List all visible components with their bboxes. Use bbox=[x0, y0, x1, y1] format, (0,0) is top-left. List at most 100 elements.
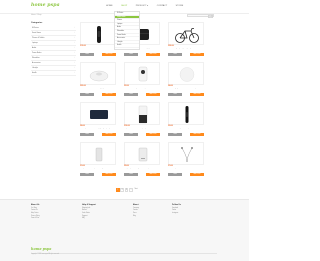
add-to-cart-button[interactable]: Add to cart bbox=[102, 172, 116, 176]
next-label[interactable]: Next bbox=[135, 188, 138, 192]
product-description[interactable]: Slim power bank silver portable charger … bbox=[80, 168, 116, 172]
add-to-cart-button[interactable]: Add to cart bbox=[190, 92, 204, 96]
page-button[interactable]: 2 bbox=[120, 188, 124, 192]
product-image[interactable] bbox=[168, 22, 204, 45]
product-price: $35.00 bbox=[124, 86, 129, 87]
product-card[interactable]: $35.00 Smart home security camera 360 pa… bbox=[124, 62, 160, 98]
product-image[interactable] bbox=[80, 62, 116, 85]
footer-logo[interactable]: home pspa bbox=[31, 247, 52, 251]
add-to-cart-button[interactable]: Add to cart bbox=[190, 132, 204, 136]
product-description[interactable]: In-ear headphones with mic silver metal … bbox=[168, 168, 204, 172]
nav-home[interactable]: HOME bbox=[105, 4, 114, 9]
product-description[interactable]: Compact portable charger dual USB output… bbox=[124, 168, 160, 172]
sidebar-item-label: Mi Series bbox=[32, 28, 39, 29]
sidebar-item-label: Wearables bbox=[32, 58, 40, 59]
dropdown-item[interactable]: Health bbox=[115, 44, 139, 48]
product-card[interactable]: $49.00 Smart ceiling light dimmable whit… bbox=[168, 62, 204, 98]
add-to-cart-button[interactable]: Add to cart bbox=[190, 172, 204, 176]
sidebar-item-label: Power Banks bbox=[32, 53, 42, 54]
product-description[interactable]: Fitness band activity tracker sleep moni… bbox=[168, 128, 204, 132]
product-image[interactable] bbox=[124, 102, 160, 125]
footer-link[interactable]: FAQ bbox=[82, 218, 118, 221]
product-image[interactable] bbox=[168, 142, 204, 165]
add-to-cart-button[interactable]: Add to cart bbox=[146, 172, 160, 176]
site-footer: About Us Our Story Contact Us Help Cente… bbox=[0, 199, 249, 261]
product-card[interactable]: $139.00 Smart band fitness tracker with … bbox=[80, 22, 116, 58]
next-page-button[interactable]: › bbox=[129, 188, 133, 192]
detail-button[interactable]: Detail bbox=[124, 132, 138, 136]
chevron-right-icon: › bbox=[74, 73, 75, 74]
footer-link[interactable]: Instagram bbox=[172, 213, 208, 216]
product-card[interactable]: $299.00 Electric folding bicycle lightwe… bbox=[168, 22, 204, 58]
slim-power-bank-icon bbox=[95, 147, 103, 162]
fitness-band-icon bbox=[185, 106, 189, 123]
power-bank-icon bbox=[90, 110, 108, 119]
add-to-cart-button[interactable]: Add to cart bbox=[146, 92, 160, 96]
product-price: $29.00 bbox=[168, 126, 173, 127]
detail-button[interactable]: Detail bbox=[80, 92, 94, 96]
site-logo[interactable]: home pspa bbox=[31, 3, 60, 8]
detail-button[interactable]: Detail bbox=[168, 172, 182, 176]
detail-button[interactable]: Detail bbox=[80, 172, 94, 176]
search-button[interactable] bbox=[208, 14, 213, 18]
copyright-text: Copyright © 2018 home pspa. All rights r… bbox=[31, 254, 60, 255]
nav-product[interactable]: PRODUCT ▾ bbox=[135, 4, 149, 9]
detail-button[interactable]: Detail bbox=[80, 52, 94, 56]
product-card[interactable]: $199.00 Air purifier smart filter home q… bbox=[124, 102, 160, 138]
product-image[interactable] bbox=[124, 142, 160, 165]
detail-button[interactable]: Detail bbox=[80, 132, 94, 136]
product-image[interactable] bbox=[168, 102, 204, 125]
air-purifier-icon bbox=[138, 105, 148, 124]
nav-shop[interactable]: SHOP bbox=[120, 4, 128, 9]
detail-button[interactable]: Detail bbox=[168, 132, 182, 136]
footer-link[interactable]: Blog bbox=[133, 216, 169, 219]
search-input[interactable] bbox=[189, 15, 209, 18]
bicycle-icon bbox=[175, 28, 199, 43]
add-to-cart-button[interactable]: Add to cart bbox=[102, 132, 116, 136]
sidebar-item[interactable]: Health › bbox=[31, 71, 76, 76]
footer-link[interactable]: Terms of Use bbox=[31, 218, 67, 221]
footer-column: About Us Our Story Contact Us Help Cente… bbox=[31, 204, 67, 221]
sidebar-item-label: Audio bbox=[32, 48, 37, 49]
detail-button[interactable]: Detail bbox=[124, 52, 138, 56]
add-to-cart-button[interactable]: Add to cart bbox=[102, 92, 116, 96]
page-button-active[interactable]: 1 bbox=[116, 188, 120, 192]
product-image[interactable] bbox=[124, 62, 160, 85]
product-card[interactable]: $19.00 Slim power bank silver portable c… bbox=[80, 142, 116, 178]
product-description[interactable]: Electric folding bicycle lightweight cit… bbox=[168, 48, 204, 52]
add-to-cart-button[interactable]: Add to cart bbox=[190, 52, 204, 56]
footer-column: About Company Careers Press Blog bbox=[133, 204, 169, 218]
fitness-band-icon bbox=[97, 26, 101, 43]
product-image[interactable] bbox=[80, 142, 116, 165]
add-to-cart-button[interactable]: Add to cart bbox=[146, 132, 160, 136]
product-description[interactable]: Air purifier smart filter home quiet ope… bbox=[124, 128, 160, 132]
product-card[interactable]: $59.00 Compact portable charger dual USB… bbox=[124, 142, 160, 178]
product-description[interactable]: Smart home security camera 360 panoramic… bbox=[124, 88, 160, 92]
detail-button[interactable]: Detail bbox=[168, 52, 182, 56]
product-price: $199.00 bbox=[124, 126, 130, 127]
sidebar-item-label: Laptops bbox=[32, 43, 38, 44]
product-description[interactable]: Portable power bank fast charging large … bbox=[80, 128, 116, 132]
nav-contact[interactable]: CONTACT bbox=[156, 4, 168, 9]
product-image[interactable] bbox=[80, 102, 116, 125]
product-card[interactable]: $79.00 In-ear headphones with mic silver… bbox=[168, 142, 204, 178]
detail-button[interactable]: Detail bbox=[124, 92, 138, 96]
product-price: $299.00 bbox=[168, 46, 174, 47]
product-description[interactable]: Smart band fitness tracker with heart ra… bbox=[80, 48, 116, 52]
add-to-cart-button[interactable]: Add to cart bbox=[102, 52, 116, 56]
product-description[interactable]: Robot vacuum cleaner smart mapping white… bbox=[80, 88, 116, 92]
product-image[interactable] bbox=[168, 62, 204, 85]
nav-store[interactable]: STORE bbox=[175, 4, 185, 9]
add-to-cart-button[interactable]: Add to cart bbox=[146, 52, 160, 56]
page-button[interactable]: 3 bbox=[124, 188, 129, 192]
sidebar-item-label: Lifestyle bbox=[32, 68, 38, 69]
product-image[interactable] bbox=[80, 22, 116, 45]
detail-button[interactable]: Detail bbox=[168, 92, 182, 96]
product-description[interactable]: Smart ceiling light dimmable white round… bbox=[168, 88, 204, 92]
product-card[interactable]: $259.00 Robot vacuum cleaner smart mappi… bbox=[80, 62, 116, 98]
detail-button[interactable]: Detail bbox=[124, 172, 138, 176]
product-card[interactable]: $29.00 Fitness band activity tracker sle… bbox=[168, 102, 204, 138]
product-price: $139.00 bbox=[80, 46, 86, 47]
product-card[interactable]: $89.00 Portable power bank fast charging… bbox=[80, 102, 116, 138]
sidebar-item-label: Accessories bbox=[32, 63, 41, 64]
